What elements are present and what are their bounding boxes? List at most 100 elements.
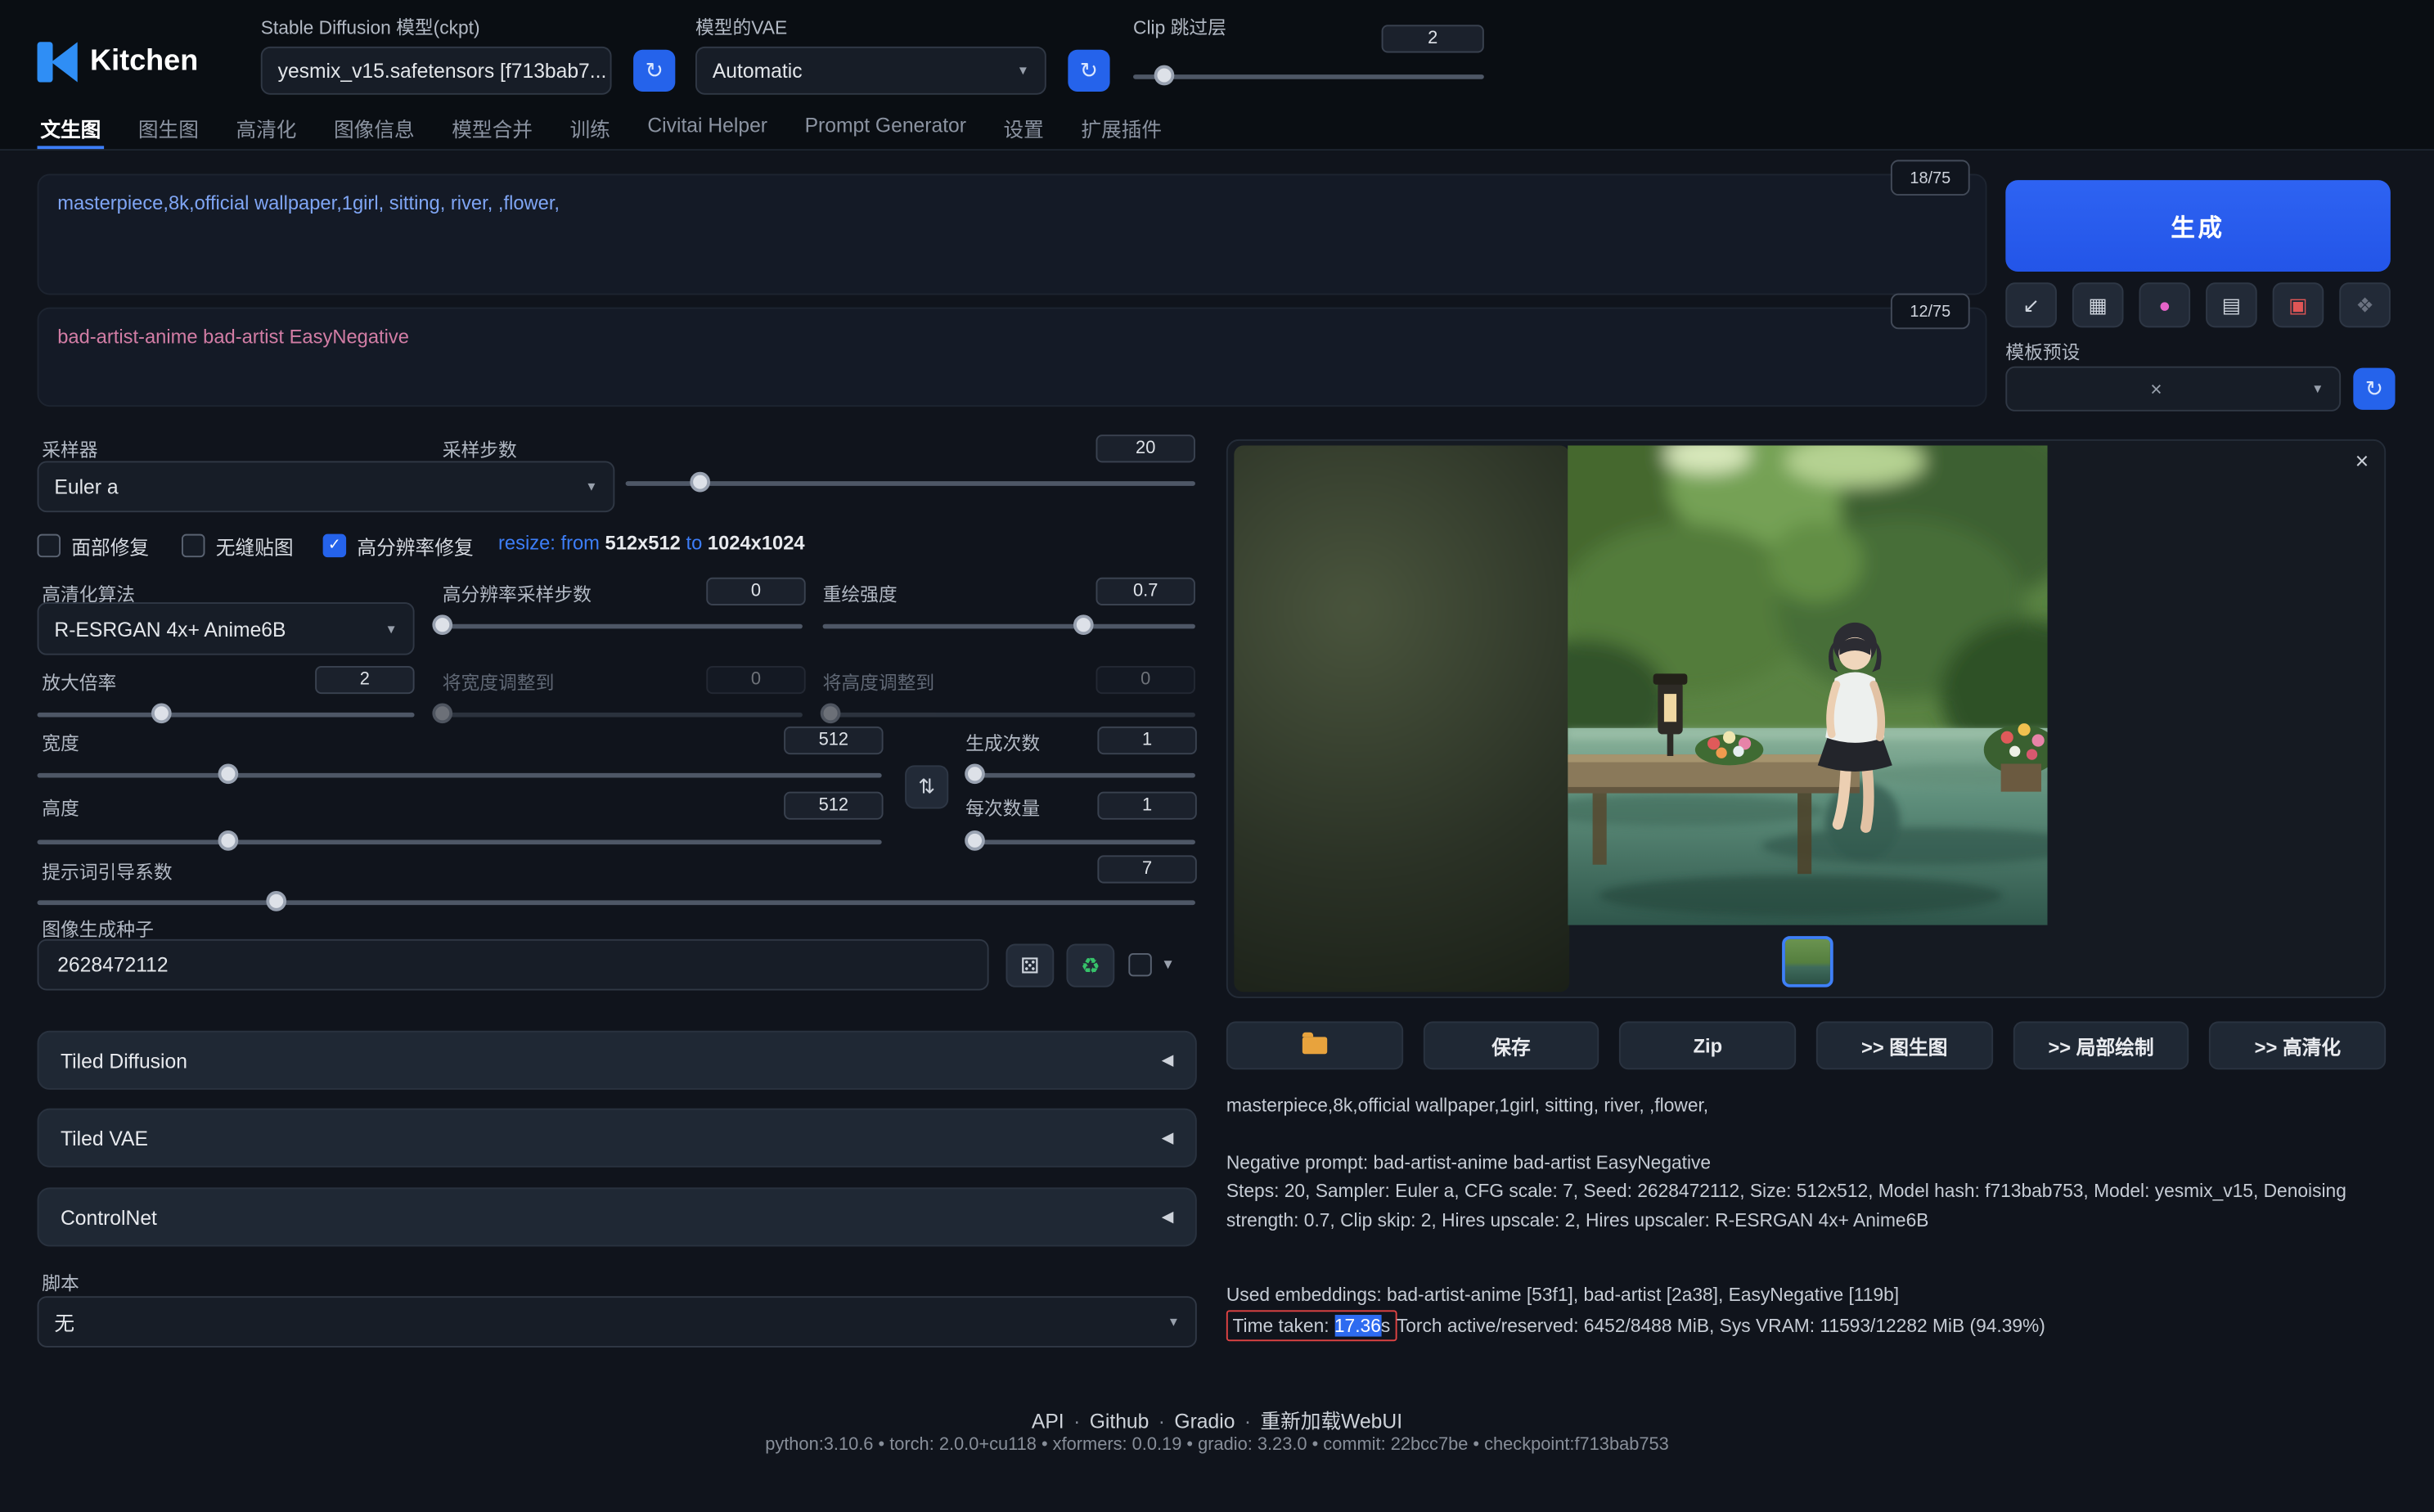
link-api[interactable]: API bbox=[1032, 1410, 1064, 1433]
width-slider[interactable] bbox=[37, 763, 882, 785]
tab-png-info[interactable]: 图像信息 bbox=[331, 109, 417, 149]
collapse-icon: ◀ bbox=[1161, 1051, 1174, 1069]
link-reload-webui[interactable]: 重新加载WebUI bbox=[1260, 1410, 1402, 1433]
resize-w-label: 将宽度调整到 bbox=[442, 672, 555, 695]
tab-train[interactable]: 训练 bbox=[567, 109, 614, 149]
save-button[interactable]: 保存 bbox=[1423, 1021, 1599, 1070]
ckpt-label: Stable Diffusion 模型(ckpt) bbox=[260, 16, 480, 39]
resize-prefix: resize: from bbox=[498, 532, 600, 555]
batch-size-slider[interactable] bbox=[964, 830, 1195, 853]
clear-icon: ▦ bbox=[2088, 292, 2108, 317]
tab-img2img[interactable]: 图生图 bbox=[135, 109, 202, 149]
ckpt-dropdown[interactable]: yesmix_v15.safetensors [f713bab7... ▼ bbox=[260, 46, 612, 95]
send-to-inpaint-button[interactable]: >> 局部绘制 bbox=[2013, 1021, 2189, 1070]
folder-icon bbox=[1302, 1032, 1327, 1055]
paste-icon: ↙ bbox=[2022, 292, 2040, 317]
checkbox-box[interactable]: ✓ bbox=[322, 533, 347, 558]
sampler-dropdown[interactable]: Euler a ▼ bbox=[37, 461, 615, 513]
height-slider[interactable] bbox=[37, 830, 882, 853]
upscaler-dropdown[interactable]: R-ESRGAN 4x+ Anime6B ▼ bbox=[37, 602, 415, 655]
batch-size-label: 每次数量 bbox=[965, 798, 1041, 820]
resize-h-value[interactable]: 0 bbox=[1096, 665, 1195, 695]
height-value[interactable]: 512 bbox=[784, 791, 884, 820]
resize-h-slider[interactable] bbox=[820, 703, 1195, 725]
reuse-seed-button[interactable]: ♻ bbox=[1066, 943, 1115, 988]
gallery-thumbnail[interactable] bbox=[1782, 936, 1833, 988]
generated-image[interactable] bbox=[1568, 445, 2048, 925]
clear-prompt-button[interactable]: ▦ bbox=[2072, 282, 2124, 328]
tiled-vae-accordion[interactable]: Tiled VAE ◀ bbox=[37, 1108, 1197, 1168]
positive-prompt-input[interactable]: masterpiece,8k,official wallpaper,1girl,… bbox=[37, 173, 1987, 295]
seed-extra-caret-icon[interactable]: ▼ bbox=[1161, 956, 1175, 972]
controlnet-accordion[interactable]: ControlNet ◀ bbox=[37, 1187, 1197, 1247]
clip-skip-value[interactable]: 2 bbox=[1381, 25, 1484, 53]
negative-prompt-input[interactable]: bad-artist-anime bad-artist EasyNegative bbox=[37, 307, 1987, 407]
resize-w-slider[interactable] bbox=[431, 703, 803, 725]
paste-params-button[interactable]: ↙ bbox=[2005, 282, 2057, 328]
restore-faces-label: 面部修复 bbox=[71, 537, 150, 560]
tab-txt2img[interactable]: 文生图 bbox=[37, 109, 105, 150]
hires-steps-slider[interactable] bbox=[431, 614, 803, 637]
random-seed-button[interactable]: ⚄ bbox=[1006, 943, 1055, 988]
preset-refresh-button[interactable]: ↻ bbox=[2353, 367, 2396, 410]
link-github[interactable]: Github bbox=[1090, 1410, 1150, 1433]
tab-extensions[interactable]: 扩展插件 bbox=[1078, 109, 1165, 149]
batch-count-value[interactable]: 1 bbox=[1097, 726, 1197, 755]
send-to-img2img-button[interactable]: >> 图生图 bbox=[1815, 1021, 1993, 1070]
generate-button[interactable]: 生成 bbox=[2005, 180, 2391, 272]
cfg-slider[interactable] bbox=[37, 891, 1195, 913]
denoise-value[interactable]: 0.7 bbox=[1096, 577, 1195, 605]
hires-steps-value[interactable]: 0 bbox=[706, 577, 806, 605]
send-to-extras-button[interactable]: >> 高清化 bbox=[2209, 1021, 2387, 1070]
tab-extras[interactable]: 高清化 bbox=[233, 109, 300, 149]
batch-count-slider[interactable] bbox=[964, 763, 1195, 785]
ckpt-refresh-button[interactable]: ↻ bbox=[633, 49, 676, 92]
apply-style-button[interactable]: ▤ bbox=[2206, 282, 2257, 328]
link-gradio[interactable]: Gradio bbox=[1174, 1410, 1235, 1433]
style-preset-dropdown[interactable]: × ▼ bbox=[2005, 366, 2342, 412]
resize-w-value[interactable]: 0 bbox=[706, 665, 806, 695]
tab-civitai-helper[interactable]: Civitai Helper bbox=[645, 109, 771, 149]
upscale-by-value[interactable]: 2 bbox=[315, 665, 415, 695]
swap-dimensions-button[interactable]: ⇅ bbox=[905, 765, 949, 809]
open-folder-button[interactable] bbox=[1226, 1021, 1403, 1070]
save-style-button[interactable]: ▣ bbox=[2272, 282, 2324, 328]
width-value[interactable]: 512 bbox=[784, 726, 884, 755]
vae-dropdown[interactable]: Automatic ▼ bbox=[695, 46, 1046, 95]
seed-input[interactable]: 2628472112 bbox=[37, 938, 989, 991]
checkbox-box[interactable] bbox=[181, 533, 205, 558]
denoise-slider[interactable] bbox=[822, 614, 1195, 637]
chevron-down-icon: ▼ bbox=[606, 64, 610, 78]
seed-label: 图像生成种子 bbox=[42, 919, 154, 941]
refresh-icon: ↻ bbox=[2364, 376, 2384, 401]
extra-networks-button[interactable]: ● bbox=[2139, 282, 2191, 328]
zip-button[interactable]: Zip bbox=[1619, 1021, 1797, 1070]
chevron-down-icon: ▼ bbox=[1167, 1315, 1180, 1330]
tiling-checkbox[interactable]: 无缝贴图 bbox=[181, 531, 294, 560]
cfg-value[interactable]: 7 bbox=[1097, 855, 1197, 884]
cfg-label: 提示词引导系数 bbox=[42, 862, 173, 884]
checkbox-box[interactable] bbox=[37, 533, 61, 558]
tiled-diffusion-accordion[interactable]: Tiled Diffusion ◀ bbox=[37, 1030, 1197, 1090]
clip-skip-slider[interactable] bbox=[1133, 65, 1484, 88]
extra-seed-checkbox[interactable] bbox=[1128, 952, 1152, 977]
close-preview-button[interactable]: × bbox=[2355, 450, 2369, 473]
batch-count-label: 生成次数 bbox=[965, 732, 1041, 755]
tab-checkpoint-merger[interactable]: 模型合并 bbox=[448, 109, 535, 149]
generation-info: masterpiece,8k,official wallpaper,1girl,… bbox=[1226, 1091, 2386, 1342]
accordion-title: ControlNet bbox=[60, 1205, 157, 1229]
vae-refresh-button[interactable]: ↻ bbox=[1068, 49, 1110, 92]
script-dropdown[interactable]: 无 ▼ bbox=[37, 1296, 1197, 1348]
tab-bar: 文生图 图生图 高清化 图像信息 模型合并 训练 Civitai Helper … bbox=[0, 109, 2434, 151]
hires-fix-checkbox[interactable]: ✓ 高分辨率修复 bbox=[322, 531, 474, 560]
tab-settings[interactable]: 设置 bbox=[1001, 109, 1047, 149]
upscale-by-slider[interactable] bbox=[37, 703, 415, 725]
tab-prompt-generator[interactable]: Prompt Generator bbox=[802, 109, 970, 149]
restore-faces-checkbox[interactable]: 面部修复 bbox=[37, 531, 150, 560]
clear-selection-icon[interactable]: × bbox=[2150, 377, 2171, 400]
batch-size-value[interactable]: 1 bbox=[1097, 791, 1197, 820]
steps-slider[interactable] bbox=[625, 471, 1195, 494]
steps-value[interactable]: 20 bbox=[1096, 434, 1195, 463]
output-actions-row: 保存 Zip >> 图生图 >> 局部绘制 >> 高清化 bbox=[1226, 1021, 2387, 1070]
extra-tool-button[interactable]: ❖ bbox=[2339, 282, 2391, 328]
